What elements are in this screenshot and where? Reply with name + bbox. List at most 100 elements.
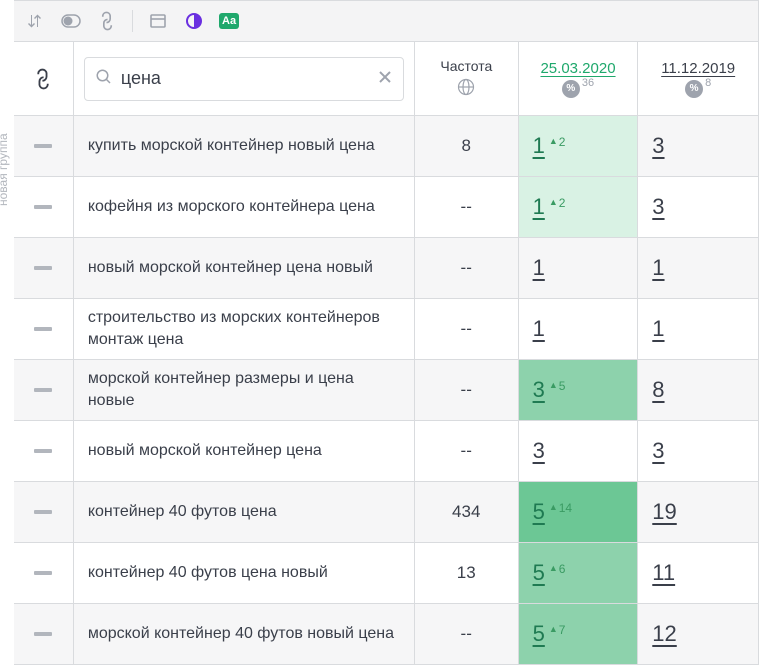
table-row: морской контейнер 40 футов новый цена-- 5… — [14, 604, 759, 665]
collapse-button[interactable] — [14, 299, 74, 359]
rank-cell: 19 — [638, 482, 758, 542]
rank-link[interactable]: 1 — [533, 194, 545, 220]
table-row: новый морской контейнер цена-- 3 3 — [14, 421, 759, 482]
minus-icon — [31, 141, 55, 151]
rank-link[interactable]: 1 — [652, 255, 664, 281]
sort-icon[interactable] — [24, 10, 46, 32]
rank-cell: 3 — [638, 177, 758, 237]
keyword-cell[interactable]: купить морской контейнер новый цена — [74, 116, 415, 176]
table-row: контейнер 40 футов цена434 5 ▲14 19 — [14, 482, 759, 543]
rank-delta: ▲2 — [549, 196, 566, 210]
date-sub: % 36 — [562, 80, 594, 98]
freq-cell: -- — [415, 177, 519, 237]
rank-link[interactable]: 3 — [652, 438, 664, 464]
rank-cell: 1 ▲2 — [519, 116, 639, 176]
toolbar: Aa — [14, 0, 759, 42]
collapse-button[interactable] — [14, 238, 74, 298]
rank-link[interactable]: 1 — [533, 255, 545, 281]
table-row: новый морской контейнер цена новый-- 1 1 — [14, 238, 759, 299]
freq-cell: 8 — [415, 116, 519, 176]
freq-cell: -- — [415, 360, 519, 420]
rank-cell: 3 — [519, 421, 639, 481]
header-freq-col[interactable]: Частота — [415, 42, 519, 116]
date-sub: % 8 — [685, 80, 711, 98]
rank-delta: ▲7 — [549, 623, 566, 637]
rank-link[interactable]: 1 — [533, 133, 545, 159]
collapse-button[interactable] — [14, 482, 74, 542]
table-row: морской контейнер размеры и цена новые--… — [14, 360, 759, 421]
rank-cell: 12 — [638, 604, 758, 664]
rank-delta: ▲6 — [549, 562, 566, 576]
freq-cell: -- — [415, 604, 519, 664]
collapse-button[interactable] — [14, 604, 74, 664]
rank-delta: ▲5 — [549, 379, 566, 393]
rank-link[interactable]: 5 — [533, 560, 545, 586]
rank-cell: 1 — [638, 238, 758, 298]
table-rows: купить морской контейнер новый цена81▲23… — [14, 116, 759, 665]
rank-cell: 3 — [638, 116, 758, 176]
header-search-col — [74, 42, 415, 116]
globe-icon — [457, 78, 475, 100]
search-input-wrap[interactable] — [84, 57, 404, 101]
link-icon[interactable] — [96, 10, 118, 32]
table-row: строительство из морских контейнеров мон… — [14, 299, 759, 360]
rank-cell: 3 ▲5 — [519, 360, 639, 420]
keyword-cell[interactable]: контейнер 40 футов цена новый — [74, 543, 415, 603]
collapse-button[interactable] — [14, 116, 74, 176]
link-icon[interactable] — [32, 68, 54, 90]
rank-delta: ▲2 — [549, 135, 566, 149]
keyword-cell[interactable]: строительство из морских контейнеров мон… — [74, 299, 415, 359]
rank-link[interactable]: 12 — [652, 621, 676, 647]
minus-icon — [31, 263, 55, 273]
collapse-button[interactable] — [14, 177, 74, 237]
rank-link[interactable]: 11 — [652, 560, 675, 586]
keyword-cell[interactable]: контейнер 40 футов цена — [74, 482, 415, 542]
rank-link[interactable]: 1 — [652, 316, 664, 342]
freq-cell: -- — [415, 421, 519, 481]
rank-cell: 1 — [519, 299, 639, 359]
keyword-cell[interactable]: новый морской контейнер цена — [74, 421, 415, 481]
rank-link[interactable]: 3 — [652, 194, 664, 220]
header-date-col-0[interactable]: 25.03.2020 % 36 — [519, 42, 639, 116]
freq-cell: 434 — [415, 482, 519, 542]
minus-icon — [31, 324, 55, 334]
rank-link[interactable]: 3 — [652, 133, 664, 159]
search-input[interactable] — [121, 68, 369, 89]
collapse-button[interactable] — [14, 360, 74, 420]
rank-link[interactable]: 3 — [533, 377, 545, 403]
rank-link[interactable]: 8 — [652, 377, 664, 403]
minus-icon — [31, 507, 55, 517]
rank-cell: 11 — [638, 543, 758, 603]
keyword-cell[interactable]: морской контейнер размеры и цена новые — [74, 360, 415, 420]
rank-link[interactable]: 19 — [652, 499, 676, 525]
aa-icon[interactable]: Aa — [219, 13, 239, 29]
minus-icon — [31, 446, 55, 456]
rank-delta: ▲14 — [549, 501, 572, 515]
toggle-icon[interactable] — [60, 10, 82, 32]
rank-link[interactable]: 5 — [533, 499, 545, 525]
collapse-button[interactable] — [14, 543, 74, 603]
rank-cell: 1 — [519, 238, 639, 298]
minus-icon — [31, 568, 55, 578]
keyword-cell[interactable]: морской контейнер 40 футов новый цена — [74, 604, 415, 664]
date-label: 25.03.2020 — [540, 60, 615, 77]
group-label: новая группа — [0, 133, 10, 206]
keyword-cell[interactable]: кофейня из морского контейнера цена — [74, 177, 415, 237]
window-icon[interactable] — [147, 10, 169, 32]
freq-label: Частота — [440, 58, 492, 74]
percent-icon: % — [685, 80, 703, 98]
rank-cell: 5 ▲14 — [519, 482, 639, 542]
rank-link[interactable]: 5 — [533, 621, 545, 647]
percent-icon: % — [562, 80, 580, 98]
rank-link[interactable]: 3 — [533, 438, 545, 464]
clear-icon[interactable] — [377, 69, 393, 89]
collapse-button[interactable] — [14, 421, 74, 481]
freq-cell: -- — [415, 238, 519, 298]
freq-cell: 13 — [415, 543, 519, 603]
contrast-icon[interactable] — [183, 10, 205, 32]
date-label: 11.12.2019 — [661, 60, 735, 77]
minus-icon — [31, 629, 55, 639]
rank-link[interactable]: 1 — [533, 316, 545, 342]
keyword-cell[interactable]: новый морской контейнер цена новый — [74, 238, 415, 298]
header-date-col-1[interactable]: 11.12.2019 % 8 — [638, 42, 758, 116]
